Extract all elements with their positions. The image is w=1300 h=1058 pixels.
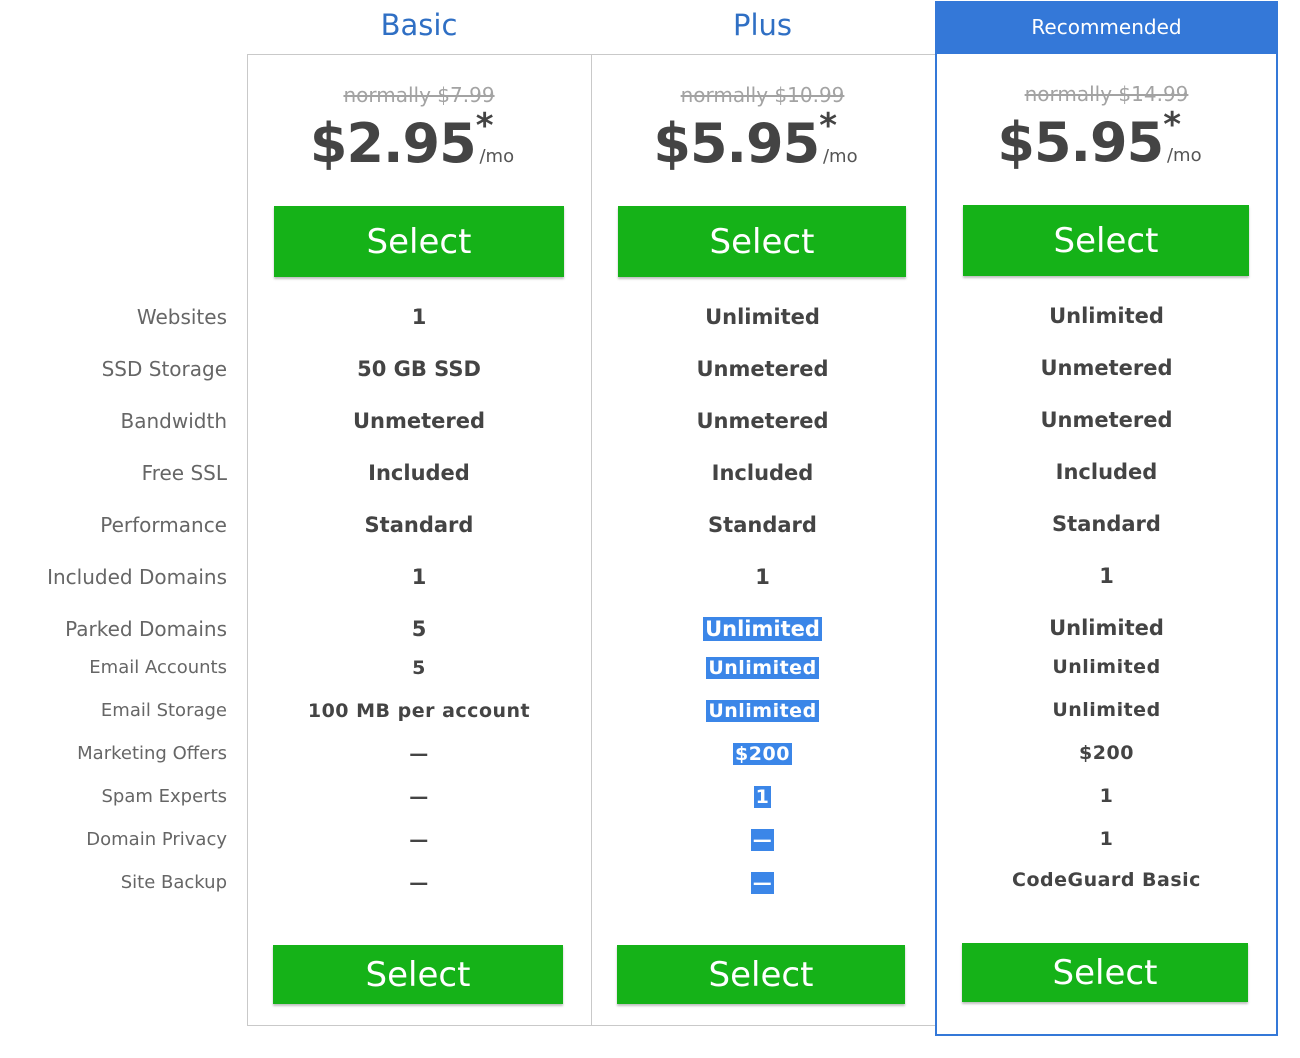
recommended-value-websites: Unlimited <box>1049 304 1164 328</box>
recommended-value-site-backup: CodeGuard Basic <box>1012 869 1201 891</box>
basic-value-domain-privacy: — <box>409 829 429 851</box>
plus-value-performance: Standard <box>708 513 817 537</box>
price-asterisk: * <box>819 106 837 146</box>
feature-label-bandwidth: Bandwidth <box>120 409 227 433</box>
recommended-banner: Recommended <box>935 1 1278 53</box>
recommended-value-domain-privacy: 1 <box>1099 828 1114 850</box>
select-button-recommended-bottom[interactable]: Select <box>962 943 1248 1002</box>
recommended-value-free-ssl: Included <box>1055 460 1158 484</box>
price-recommended: $5.95*/mo <box>935 105 1278 174</box>
selected-text: Unlimited <box>703 617 822 641</box>
feature-label-included-domains: Included Domains <box>47 565 227 589</box>
feature-label-email-storage: Email Storage <box>100 700 227 721</box>
plus-value-email-accounts: Unlimited <box>591 657 934 679</box>
recommended-value-ssd-storage: Unmetered <box>1040 356 1173 380</box>
price-basic: $2.95*/mo <box>248 106 590 175</box>
select-button-plus-bottom[interactable]: Select <box>617 945 905 1004</box>
price-asterisk: * <box>1163 105 1181 145</box>
basic-value-marketing-offers: — <box>409 743 429 765</box>
basic-value-email-storage: 100 MB per account <box>307 700 531 722</box>
price-period: /mo <box>1166 145 1202 166</box>
basic-value-bandwidth: Unmetered <box>352 409 486 433</box>
plus-value-bandwidth: Unmetered <box>696 409 829 433</box>
recommended-value-parked-domains: Unlimited <box>1049 616 1164 640</box>
selected-text: — <box>750 872 775 894</box>
feature-label-marketing-offers: Marketing Offers <box>77 743 227 764</box>
basic-value-performance: Standard <box>364 513 474 537</box>
plus-value-email-storage: Unlimited <box>591 700 934 722</box>
price-amount: $5.95 <box>653 112 820 175</box>
feature-label-ssd-storage: SSD Storage <box>101 357 227 381</box>
basic-value-ssd-storage: 50 GB SSD <box>357 357 481 381</box>
selected-text: $200 <box>733 743 792 765</box>
recommended-value-performance: Standard <box>1052 512 1161 536</box>
normal-price-basic: normally $7.99 <box>343 83 495 107</box>
basic-value-site-backup: — <box>409 872 429 894</box>
plus-value-websites: Unlimited <box>705 305 820 329</box>
select-button-basic-top[interactable]: Select <box>274 206 564 277</box>
plan-name-basic: Basic <box>380 8 458 42</box>
plus-value-site-backup: — <box>591 872 934 894</box>
price-amount: $5.95 <box>997 111 1164 174</box>
normal-price-recommended: normally $14.99 <box>1024 82 1189 106</box>
basic-value-websites: 1 <box>411 305 427 329</box>
feature-label-spam-experts: Spam Experts <box>101 786 228 807</box>
selected-text: Unlimited <box>706 700 819 722</box>
price-plus: $5.95*/mo <box>591 106 934 175</box>
recommended-value-included-domains: 1 <box>1099 564 1114 588</box>
feature-label-email-accounts: Email Accounts <box>89 657 227 678</box>
price-amount: $2.95 <box>309 112 477 175</box>
basic-value-free-ssl: Included <box>368 461 470 485</box>
plus-value-included-domains: 1 <box>755 565 770 589</box>
plan-name-plus: Plus <box>732 8 793 42</box>
selected-text: 1 <box>753 786 772 808</box>
normal-price-plus: normally $10.99 <box>680 83 845 107</box>
recommended-value-email-accounts: Unlimited <box>1052 656 1161 678</box>
feature-label-performance: Performance <box>100 513 227 537</box>
selected-text: — <box>750 829 775 851</box>
selected-text: Unlimited <box>706 657 819 679</box>
price-period: /mo <box>479 146 515 167</box>
basic-value-spam-experts: — <box>409 786 429 808</box>
recommended-value-marketing-offers: $200 <box>1079 742 1134 764</box>
basic-value-email-accounts: 5 <box>412 657 426 679</box>
select-button-recommended-top[interactable]: Select <box>963 205 1249 276</box>
recommended-value-bandwidth: Unmetered <box>1040 408 1173 432</box>
feature-label-domain-privacy: Domain Privacy <box>86 829 227 850</box>
feature-label-free-ssl: Free SSL <box>141 461 227 485</box>
recommended-value-spam-experts: 1 <box>1099 785 1114 807</box>
price-period: /mo <box>822 146 858 167</box>
select-button-basic-bottom[interactable]: Select <box>273 945 563 1004</box>
basic-value-included-domains: 1 <box>411 565 427 589</box>
plus-value-marketing-offers: $200 <box>591 743 934 765</box>
select-button-plus-top[interactable]: Select <box>618 206 906 277</box>
basic-value-parked-domains: 5 <box>411 617 427 641</box>
feature-label-parked-domains: Parked Domains <box>65 617 227 641</box>
plus-value-domain-privacy: — <box>591 829 934 851</box>
plus-value-ssd-storage: Unmetered <box>696 357 829 381</box>
price-asterisk: * <box>475 106 494 146</box>
plus-value-spam-experts: 1 <box>591 786 934 808</box>
plus-value-free-ssl: Included <box>711 461 814 485</box>
recommended-value-email-storage: Unlimited <box>1052 699 1161 721</box>
feature-label-site-backup: Site Backup <box>120 872 227 893</box>
feature-label-websites: Websites <box>136 305 227 329</box>
plus-value-parked-domains: Unlimited <box>591 617 934 641</box>
